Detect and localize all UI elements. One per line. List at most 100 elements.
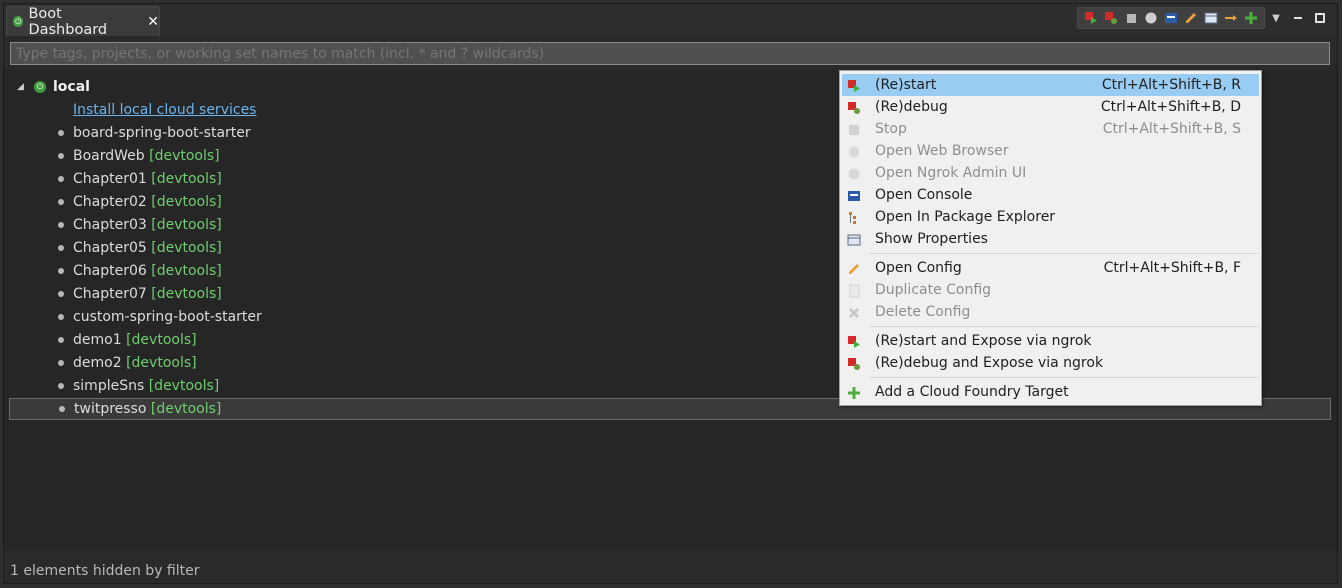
project-name: demo1 [73,332,122,348]
menu-item[interactable]: (Re)start and Expose via ngrok [842,330,1259,352]
redebug-icon[interactable] [1101,9,1121,27]
menu-item-label: Open Ngrok Admin UI [875,165,1027,181]
menu-item[interactable]: Open Console [842,184,1259,206]
stop-icon[interactable] [1121,9,1141,27]
menu-item[interactable]: (Re)start Ctrl+Alt+Shift+B, R [842,74,1259,96]
menu-item-shortcut: Ctrl+Alt+Shift+B, S [1102,121,1241,137]
menu-item-label: Duplicate Config [875,282,992,298]
devtools-tag: [devtools] [126,355,197,371]
properties-icon [847,232,861,246]
package-explorer-icon [847,210,861,224]
properties-icon[interactable] [1201,9,1221,27]
view-menu-icon[interactable]: ▼ [1265,9,1287,27]
tree-item-label: twitpresso [devtools] [74,399,221,419]
menu-item-label: (Re)start and Expose via ngrok [875,333,1092,349]
menu-item[interactable]: Stop Ctrl+Alt+Shift+B, S [842,118,1259,140]
console-icon[interactable] [1161,9,1181,27]
project-name: Chapter06 [73,263,147,279]
devtools-tag: [devtools] [150,401,222,417]
menu-item[interactable]: (Re)debug and Expose via ngrok [842,352,1259,374]
bullet-icon [58,199,64,205]
bullet-icon [58,130,64,136]
devtools-tag: [devtools] [151,240,222,256]
restart-icon [847,78,861,92]
bullet-icon [58,383,64,389]
menu-item-label: Open In Package Explorer [875,209,1056,225]
browser-icon [847,144,861,158]
project-name: Chapter03 [73,217,147,233]
tree-item-label: demo2 [devtools] [73,352,197,374]
bullet-icon [58,153,64,159]
tab-title: Boot Dashboard [28,5,108,38]
browser-icon[interactable] [1141,9,1161,27]
menu-item-label: Open Web Browser [875,143,1009,159]
minimize-icon[interactable] [1287,9,1309,27]
menu-item-label: Open Console [875,187,973,203]
menu-item[interactable]: (Re)debug Ctrl+Alt+Shift+B, D [842,96,1259,118]
menu-item[interactable]: Open Config Ctrl+Alt+Shift+B, F [842,257,1259,279]
bullet-icon [58,314,64,320]
add-icon[interactable] [1241,9,1261,27]
tree-item-label: Chapter07 [devtools] [73,283,222,305]
devtools-tag: [devtools] [126,332,197,348]
pencil-icon[interactable] [1181,9,1201,27]
menu-item[interactable]: Open Web Browser [842,140,1259,162]
install-link[interactable]: Install local cloud services [73,99,256,121]
menu-item[interactable]: Duplicate Config [842,279,1259,301]
menu-item[interactable]: Open Ngrok Admin UI [842,162,1259,184]
devtools-tag: [devtools] [151,286,222,302]
menu-separator [870,377,1259,378]
project-name: custom-spring-boot-starter [73,309,262,325]
menu-separator [870,326,1259,327]
bullet-icon [59,406,65,412]
project-name: Chapter07 [73,286,147,302]
devtools-tag: [devtools] [151,194,222,210]
menu-item[interactable]: Show Properties [842,228,1259,250]
menu-item-shortcut: Ctrl+Alt+Shift+B, F [1103,260,1241,276]
console-icon [847,188,861,202]
menu-item-shortcut: Ctrl+Alt+Shift+B, D [1100,99,1241,115]
menu-item[interactable]: Add a Cloud Foundry Target [842,381,1259,403]
tree-item-label: custom-spring-boot-starter [73,306,262,328]
pencil-icon [847,261,861,275]
ngrok-icon [847,166,861,180]
menu-item-label: (Re)debug and Expose via ngrok [875,355,1104,371]
tab-boot-dashboard[interactable]: ⏻ Boot Dashboard ✕ [6,5,160,38]
menu-item[interactable]: Open In Package Explorer [842,206,1259,228]
devtools-tag: [devtools] [148,378,220,394]
restart-icon[interactable] [1081,9,1101,27]
tree-item-label: Chapter01 [devtools] [73,168,222,190]
project-name: twitpresso [74,401,147,417]
bullet-icon [58,268,64,274]
tree-item-label: BoardWeb [devtools] [73,145,220,167]
menu-item-label: Delete Config [875,304,971,320]
view-toolbar: ▼ [1077,7,1331,29]
tab-bar: ⏻ Boot Dashboard ✕ ▼ [4,4,1337,38]
spring-boot-icon: ⏻ [13,16,24,27]
close-icon[interactable]: ✕ [147,14,159,30]
maximize-icon[interactable] [1309,9,1331,27]
root-label: local [53,79,90,95]
menu-item-label: Open Config [875,260,962,276]
link-icon[interactable] [1221,9,1241,27]
menu-item-shortcut: Ctrl+Alt+Shift+B, R [1101,77,1241,93]
toolbar-group [1077,7,1265,29]
redebug-ngrok-icon [847,356,861,370]
menu-item-label: Show Properties [875,231,988,247]
tree-item-label: simpleSns [devtools] [73,375,219,397]
devtools-tag: [devtools] [151,217,222,233]
bullet-icon [58,176,64,182]
collapse-arrow-icon[interactable]: ◢ [17,76,24,98]
menu-item-label: (Re)start [875,77,937,93]
bullet-icon [58,360,64,366]
filter-input[interactable] [10,42,1330,65]
add-target-icon [847,385,861,399]
bullet-icon [58,245,64,251]
menu-item[interactable]: Delete Config [842,301,1259,323]
devtools-tag: [devtools] [151,263,222,279]
tree-item-label: Chapter02 [devtools] [73,191,222,213]
restart-ngrok-icon [847,334,861,348]
delete-icon [847,305,861,319]
project-name: Chapter01 [73,171,147,187]
tree-item-label: board-spring-boot-starter [73,122,251,144]
